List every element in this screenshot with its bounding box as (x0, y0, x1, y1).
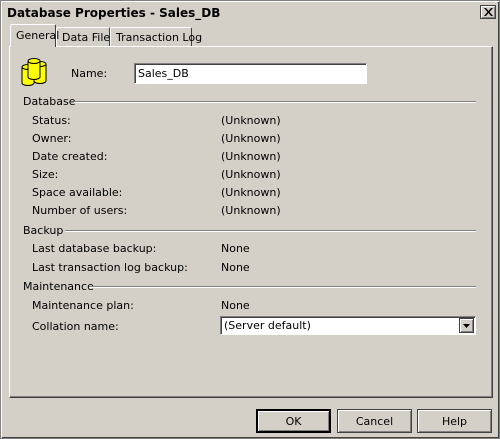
help-button-label: Help (441, 415, 468, 428)
tab-panel-general (9, 46, 493, 398)
number-of-users-label: Number of users: (32, 204, 128, 217)
collation-name-label: Collation name: (32, 320, 119, 333)
collation-name-select[interactable]: (Server default) (220, 316, 476, 335)
last-database-backup-value: None (221, 242, 250, 255)
collation-name-value: (Server default) (224, 319, 311, 332)
close-button[interactable] (480, 5, 496, 19)
size-value: (Unknown) (221, 168, 281, 181)
tab-data-files[interactable]: Data Files (56, 27, 116, 46)
name-label: Name: (71, 67, 108, 80)
size-label: Size: (32, 168, 59, 181)
collation-dropdown-button[interactable] (459, 318, 474, 333)
name-field[interactable]: Sales_DB (134, 63, 367, 84)
status-value: (Unknown) (221, 114, 281, 127)
database-properties-dialog: Database Properties - Sales_DB General D… (0, 0, 500, 439)
ok-button[interactable]: OK (256, 409, 331, 433)
last-transaction-log-backup-value: None (221, 261, 250, 274)
date-created-label: Date created: (32, 150, 108, 163)
tab-label: Data Files (62, 31, 116, 44)
owner-value: (Unknown) (221, 132, 281, 145)
tab-transaction-log[interactable]: Transaction Log (110, 27, 202, 46)
last-transaction-log-backup-label: Last transaction log backup: (32, 261, 188, 274)
ok-button-label: OK (285, 415, 302, 428)
title-bar[interactable]: Database Properties - Sales_DB (4, 4, 498, 22)
tab-label: Transaction Log (116, 31, 203, 44)
cancel-button[interactable]: Cancel (337, 409, 412, 433)
chevron-down-icon (463, 324, 470, 328)
space-available-label: Space available: (32, 186, 123, 199)
close-icon (484, 8, 493, 16)
backup-section-divider (65, 230, 476, 232)
tab-label: General (16, 29, 60, 42)
date-created-value: (Unknown) (221, 150, 281, 163)
cancel-button-label: Cancel (355, 415, 394, 428)
status-label: Status: (32, 114, 71, 127)
help-button[interactable]: Help (417, 409, 492, 433)
database-cylinders-icon (21, 58, 47, 86)
space-available-value: (Unknown) (221, 186, 281, 199)
backup-section-heading: Backup (23, 224, 64, 237)
owner-label: Owner: (32, 132, 72, 145)
maintenance-plan-label: Maintenance plan: (32, 299, 134, 312)
maintenance-section-heading: Maintenance (23, 280, 94, 293)
database-section-heading: Database (23, 95, 76, 108)
tab-general[interactable]: General (10, 24, 60, 47)
number-of-users-value: (Unknown) (221, 204, 281, 217)
last-database-backup-label: Last database backup: (32, 242, 157, 255)
database-section-divider (74, 101, 476, 103)
window-title: Database Properties - Sales_DB (7, 6, 221, 20)
maintenance-plan-value: None (221, 299, 250, 312)
maintenance-section-divider (89, 286, 476, 288)
